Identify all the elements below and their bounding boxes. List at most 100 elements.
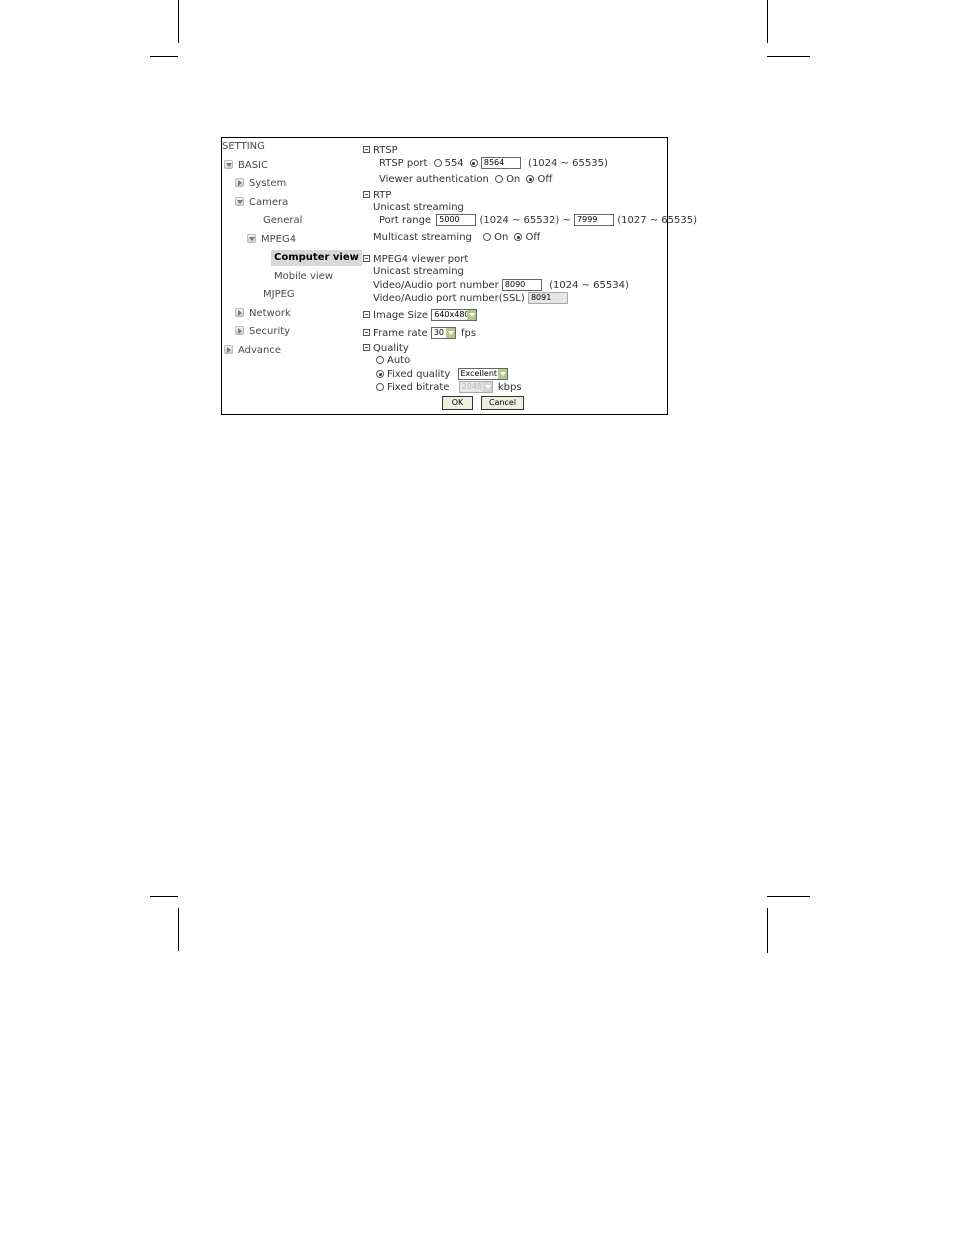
sidebar-item-system[interactable]: System <box>235 178 286 190</box>
auth-off-label: Off <box>537 174 553 185</box>
sidebar-item-mobile-view[interactable]: Mobile view <box>274 271 333 283</box>
sidebar-item-basic[interactable]: BASIC <box>224 160 268 172</box>
section-toggle-icon <box>363 329 370 336</box>
sidebar-item-label: Network <box>249 308 291 319</box>
cancel-button[interactable]: Cancel <box>481 396 524 410</box>
section-title: MPEG4 viewer port <box>373 254 469 265</box>
multicast-off-label: Off <box>525 232 541 243</box>
section-title: RTSP <box>373 145 398 156</box>
rtp-heading: RTP <box>363 190 391 202</box>
frame-rate-label: Frame rate <box>373 328 428 339</box>
frame-rate-row: Frame rate 30 fps <box>363 327 476 340</box>
port-range-hint-2: (1027 ~ 65535) <box>617 215 698 226</box>
frame-rate-unit: fps <box>461 328 477 339</box>
collapse-arrow-icon <box>235 308 244 317</box>
quality-bitrate-select[interactable]: 2048 <box>458 381 493 393</box>
rtp-unicast-label: Unicast streaming <box>373 202 464 213</box>
quality-bitrate-radio[interactable] <box>376 383 384 391</box>
sidebar-item-security[interactable]: Security <box>235 326 290 338</box>
section-title: Quality <box>373 343 409 354</box>
rtsp-custom-radio[interactable] <box>469 159 478 167</box>
quality-bitrate-unit: kbps <box>497 382 522 393</box>
crop-mark <box>150 56 178 57</box>
section-toggle-icon <box>363 311 370 318</box>
sidebar-item-label: General <box>263 215 303 226</box>
viewer-unicast-label: Unicast streaming <box>373 266 464 277</box>
crop-mark <box>767 896 810 897</box>
av-port-input[interactable]: 8090 <box>501 279 542 291</box>
crop-mark <box>767 0 768 43</box>
section-toggle-icon <box>363 146 370 153</box>
rtsp-range-hint: (1024 ~ 65535) <box>528 158 608 169</box>
rtsp-port-row: RTSP port 554 8564 (1024 ~ 65535) <box>379 157 608 170</box>
collapse-arrow-icon <box>235 326 244 335</box>
quality-bitrate-value: 2048 <box>461 382 482 391</box>
auth-on-radio[interactable] <box>495 175 504 183</box>
multicast-on-label: On <box>494 232 509 243</box>
rtsp-port-input[interactable]: 8564 <box>480 157 521 169</box>
rtsp-heading: RTSP <box>363 145 398 157</box>
quality-bitrate-row: Fixed bitrate 2048 kbps <box>373 381 522 394</box>
rtsp-default-label: 554 <box>444 158 464 169</box>
port-range-to-input[interactable]: 7999 <box>574 214 615 226</box>
collapse-arrow-icon <box>224 345 233 354</box>
sidebar-item-label: Camera <box>249 197 289 208</box>
collapse-arrow-icon <box>235 178 244 187</box>
sidebar-item-label: Security <box>249 326 291 337</box>
quality-fixed-radio[interactable] <box>376 370 384 378</box>
sidebar-item-label: MJPEG <box>263 289 295 300</box>
image-size-row: Image Size 640x480 <box>363 309 478 322</box>
rtsp-default-radio[interactable] <box>433 159 442 167</box>
quality-bitrate-label: Fixed bitrate <box>387 382 450 393</box>
sidebar-item-camera[interactable]: Camera <box>235 197 288 209</box>
sidebar-item-label: BASIC <box>238 160 268 171</box>
port-range-from-input[interactable]: 5000 <box>436 214 477 226</box>
port-range-label: Port range <box>379 215 432 226</box>
frame-rate-select[interactable]: 30 <box>430 327 456 339</box>
av-port-range-hint: (1024 ~ 65534) <box>549 280 629 291</box>
sidebar-item-computer-view[interactable]: Computer view <box>271 250 362 266</box>
crop-mark <box>767 908 768 953</box>
quality-heading: Quality <box>363 343 409 355</box>
rtsp-port-label: RTSP port <box>379 158 428 169</box>
crop-mark <box>178 908 179 951</box>
sidebar-item-label: Mobile view <box>274 271 334 282</box>
av-port-label: Video/Audio port number <box>373 280 499 291</box>
multicast-off-radio[interactable] <box>514 233 523 241</box>
viewer-auth-label: Viewer authentication <box>379 174 489 185</box>
chevron-down-icon <box>482 382 492 392</box>
sidebar-title: SETTING <box>222 141 265 152</box>
port-range-hint-1: (1024 ~ 65532) ~ <box>479 215 571 226</box>
ssl-port-label: Video/Audio port number(SSL) <box>373 293 525 304</box>
chevron-down-icon <box>497 369 507 379</box>
sidebar-item-label: MPEG4 <box>261 234 297 245</box>
section-toggle-icon <box>363 191 370 198</box>
settings-panel: SETTING BASIC System Camera General MPEG… <box>221 137 697 415</box>
image-size-value: 640x480 <box>434 310 470 319</box>
sidebar-item-label: System <box>249 178 287 189</box>
multicast-label: Multicast streaming <box>373 232 472 243</box>
multicast-on-radio[interactable] <box>483 233 492 241</box>
image-size-select[interactable]: 640x480 <box>431 309 478 321</box>
sidebar-item-label: Advance <box>238 345 282 356</box>
ssl-port-row: Video/Audio port number(SSL) 8091 <box>373 292 568 305</box>
quality-fixed-row: Fixed quality Excellent <box>373 368 508 381</box>
port-range-row: Port range 5000 (1024 ~ 65532) ~ 7999 (1… <box>379 214 697 227</box>
ok-button[interactable]: OK <box>442 396 473 410</box>
auth-off-radio[interactable] <box>526 175 535 183</box>
expand-arrow-icon <box>247 234 256 243</box>
ssl-port-input[interactable]: 8091 <box>527 292 568 304</box>
sidebar-item-mjpeg[interactable]: MJPEG <box>263 289 295 301</box>
sidebar-item-network[interactable]: Network <box>235 308 291 320</box>
viewer-auth-row: Viewer authentication On Off <box>379 174 552 186</box>
section-toggle-icon <box>363 344 370 351</box>
quality-auto-radio[interactable] <box>376 356 384 364</box>
expand-arrow-icon <box>235 197 244 206</box>
quality-fixed-select[interactable]: Excellent <box>457 368 508 380</box>
sidebar-item-general[interactable]: General <box>263 215 302 227</box>
crop-mark <box>767 56 810 57</box>
sidebar-item-advance[interactable]: Advance <box>224 345 281 357</box>
sidebar-item-mpeg4[interactable]: MPEG4 <box>247 234 296 246</box>
crop-mark <box>178 0 179 43</box>
chevron-down-icon <box>445 328 455 338</box>
